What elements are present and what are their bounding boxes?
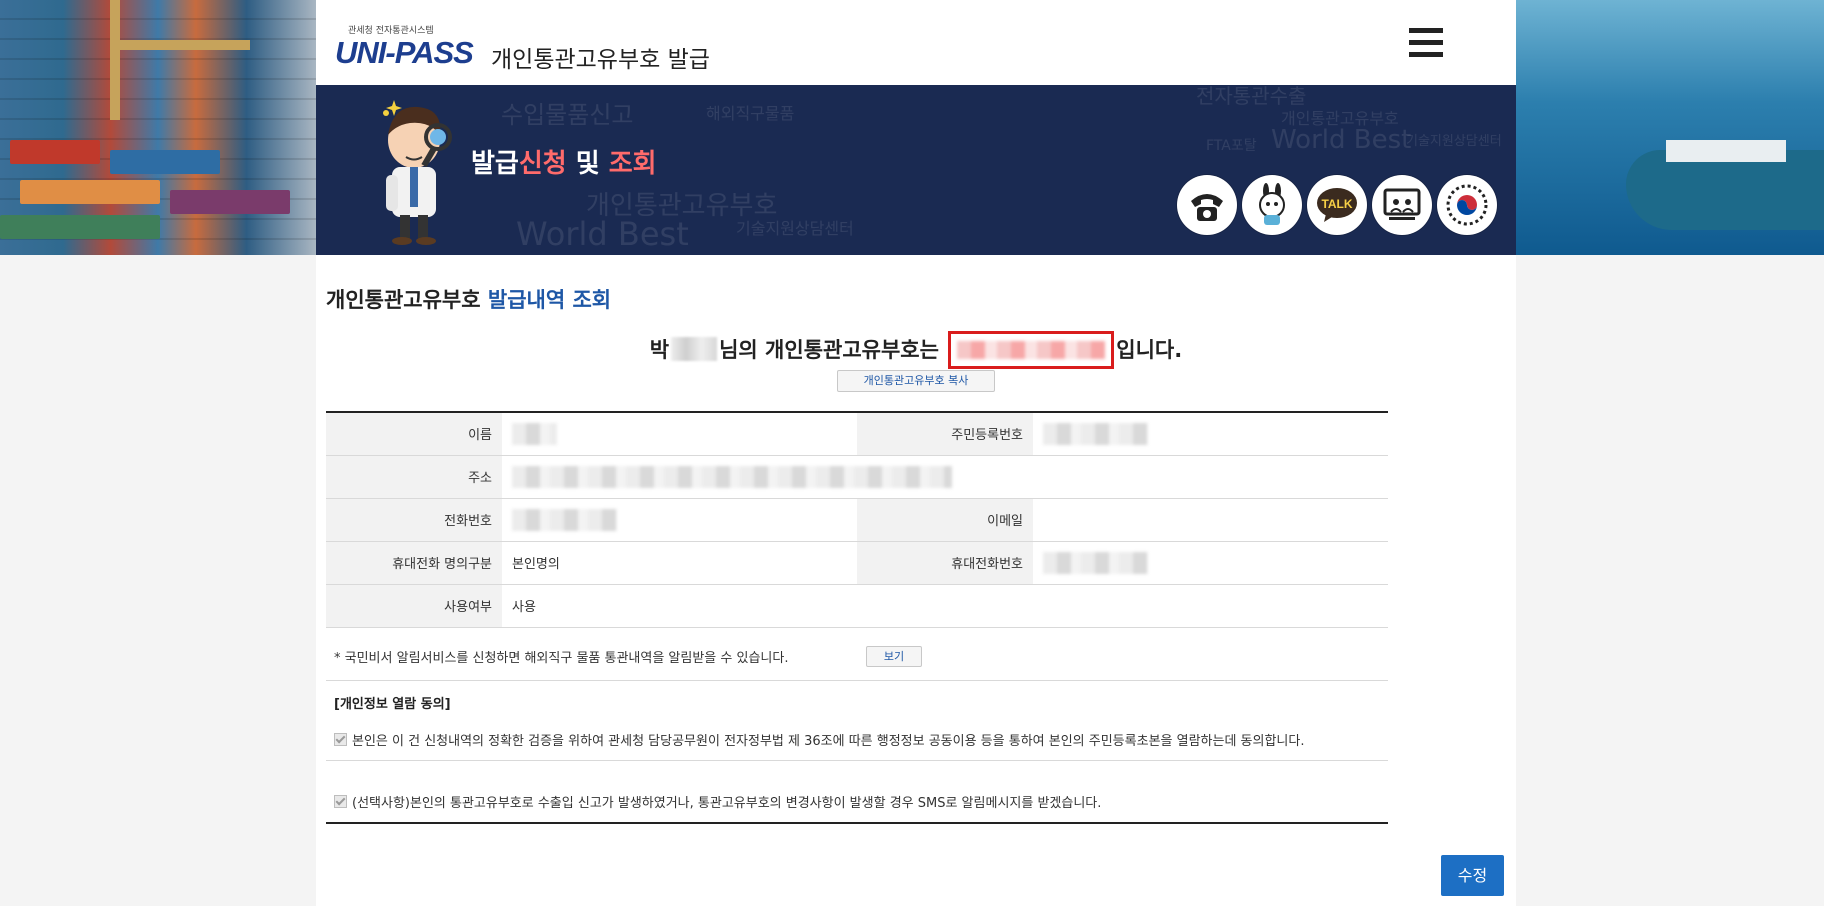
result-suffix: 입니다. (1116, 338, 1183, 362)
logo-wordmark: UNI-PASS (335, 35, 474, 70)
notice-text: * 국민비서 알림서비스를 신청하면 해외직구 물품 통관내역을 알림받을 수 … (334, 651, 789, 666)
phone-label: 전화번호 (326, 498, 502, 542)
mascot-icon[interactable] (1242, 175, 1302, 235)
rrn-label: 주민등록번호 (857, 412, 1033, 456)
result-middle: 님의 개인통관고유부호는 (719, 338, 939, 362)
issued-code-result: 박 님의 개인통관고유부호는 입니다. (316, 331, 1516, 369)
email-label: 이메일 (857, 498, 1033, 542)
page-title-part: 개인통관고유부호 (326, 288, 488, 312)
notification-notice: * 국민비서 알림서비스를 신청하면 해외직구 물품 통관내역을 알림받을 수 … (326, 633, 1388, 681)
table-row: 이름 주민등록번호 (326, 412, 1388, 456)
banner-title-part: 신청 (518, 149, 567, 179)
korea-emblem-icon[interactable] (1437, 175, 1497, 235)
container-graphic (20, 180, 160, 204)
banner-bg-word: 기술지원상담센터 (736, 219, 854, 238)
usage-status-value: 사용 (502, 584, 1388, 628)
main-column: 관세청 전자통관시스템 UNI-PASS 개인통관고유부호 발급 수입물품신고 … (316, 0, 1516, 906)
crane-arm-graphic (110, 40, 250, 50)
container-graphic (0, 215, 160, 239)
name-value (502, 412, 857, 456)
consent-text-1: 본인은 이 건 신청내역의 정확한 검증을 위하여 관세청 담당공무원이 전자정… (352, 734, 1305, 749)
container-graphic (170, 190, 290, 214)
name-label: 이름 (326, 412, 502, 456)
page-title-part: 발급내역 조회 (487, 288, 612, 312)
mobile-number-label: 휴대전화번호 (857, 541, 1033, 585)
consent-item-1: 본인은 이 건 신청내역의 정확한 검증을 위하여 관세청 담당공무원이 전자정… (334, 730, 1304, 749)
result-prefix: 박 (649, 338, 670, 362)
table-row: 주소 (326, 455, 1388, 499)
usage-status-label: 사용여부 (326, 584, 502, 628)
container-graphic (10, 140, 100, 164)
consent-checkbox-2[interactable] (334, 795, 347, 808)
banner-bg-word: 개인통관고유부호 (1281, 109, 1399, 128)
banner-title-part: 조회 (608, 149, 657, 179)
consent-text-2: (선택사항)본인의 통관고유부호로 수출입 신고가 발생하였거나, 통관고유부호… (352, 796, 1102, 811)
applicant-info-table: 이름 주민등록번호 주소 전화번호 이메일 휴대전화 명의구분 본인명의 휴대전… (326, 411, 1388, 628)
hamburger-menu-icon[interactable] (1409, 28, 1443, 58)
crane-graphic (110, 0, 120, 120)
redacted-name-value (512, 422, 557, 445)
mobile-owner-type-value: 본인명의 (502, 541, 857, 585)
divider (326, 822, 1388, 824)
talk-icon[interactable]: TALK (1307, 175, 1367, 235)
detective-mascot-icon (383, 100, 452, 245)
banner-title-part: 발급 (471, 149, 519, 179)
phone-icon[interactable] (1177, 175, 1237, 235)
redacted-mobile-value (1043, 551, 1148, 574)
mobile-owner-type-label: 휴대전화 명의구분 (326, 541, 502, 585)
app-title: 개인통관고유부호 발급 (491, 47, 710, 73)
table-row: 휴대전화 명의구분 본인명의 휴대전화번호 (326, 541, 1388, 585)
banner-bg-word: 해외직구물품 (706, 104, 795, 123)
divider (326, 760, 1388, 761)
background-sea-photo-right (1516, 0, 1824, 255)
ship-graphic (1626, 150, 1824, 230)
banner-title-part: 및 (566, 149, 609, 179)
address-value (502, 455, 1388, 499)
banner-bg-word: 기술지원상담센터 (1406, 134, 1502, 149)
banner-bg-word: FTA포탈 (1206, 138, 1257, 154)
ship-deck-graphic (1666, 140, 1786, 162)
redacted-rrn-value (1043, 422, 1148, 445)
consent-checkbox-1[interactable] (334, 733, 347, 746)
mobile-number-value (1033, 541, 1388, 585)
container-graphic (110, 150, 220, 174)
redacted-customs-code (957, 341, 1106, 359)
redacted-address-value (512, 465, 952, 488)
phone-value (502, 498, 857, 542)
customs-code-highlight (948, 331, 1115, 369)
address-label: 주소 (326, 455, 502, 499)
hero-banner: 수입물품신고 해외직구물품 개인통관고유부호 World Best 기술지원상담… (316, 85, 1516, 255)
remote-support-icon[interactable] (1372, 175, 1432, 235)
background-port-photo-left (0, 0, 316, 255)
edit-button[interactable]: 수정 (1441, 855, 1504, 896)
view-button[interactable]: 보기 (866, 646, 922, 667)
unipass-logo[interactable]: 관세청 전자통관시스템 UNI-PASS (335, 23, 495, 73)
banner-title: 발급신청 및 조회 (471, 143, 657, 180)
header: 관세청 전자통관시스템 UNI-PASS 개인통관고유부호 발급 (316, 0, 1516, 85)
consent-item-2: (선택사항)본인의 통관고유부호로 수출입 신고가 발생하였거나, 통관고유부호… (334, 792, 1101, 811)
redacted-phone-value (512, 508, 617, 531)
banner-bg-word: World Best (1271, 125, 1412, 155)
consent-title: [개인정보 열람 동의] (334, 697, 451, 712)
page-title: 개인통관고유부호 발급내역 조회 (326, 284, 611, 314)
talk-label: TALK (1321, 197, 1352, 211)
table-row: 전화번호 이메일 (326, 498, 1388, 542)
copy-code-button[interactable]: 개인통관고유부호 복사 (837, 370, 995, 392)
redacted-name (671, 337, 718, 361)
rrn-value (1033, 412, 1388, 456)
banner-bg-word: 수입물품신고 (501, 101, 634, 129)
banner-bg-word: World Best (516, 215, 689, 253)
email-value (1033, 498, 1388, 542)
table-row: 사용여부 사용 (326, 584, 1388, 628)
